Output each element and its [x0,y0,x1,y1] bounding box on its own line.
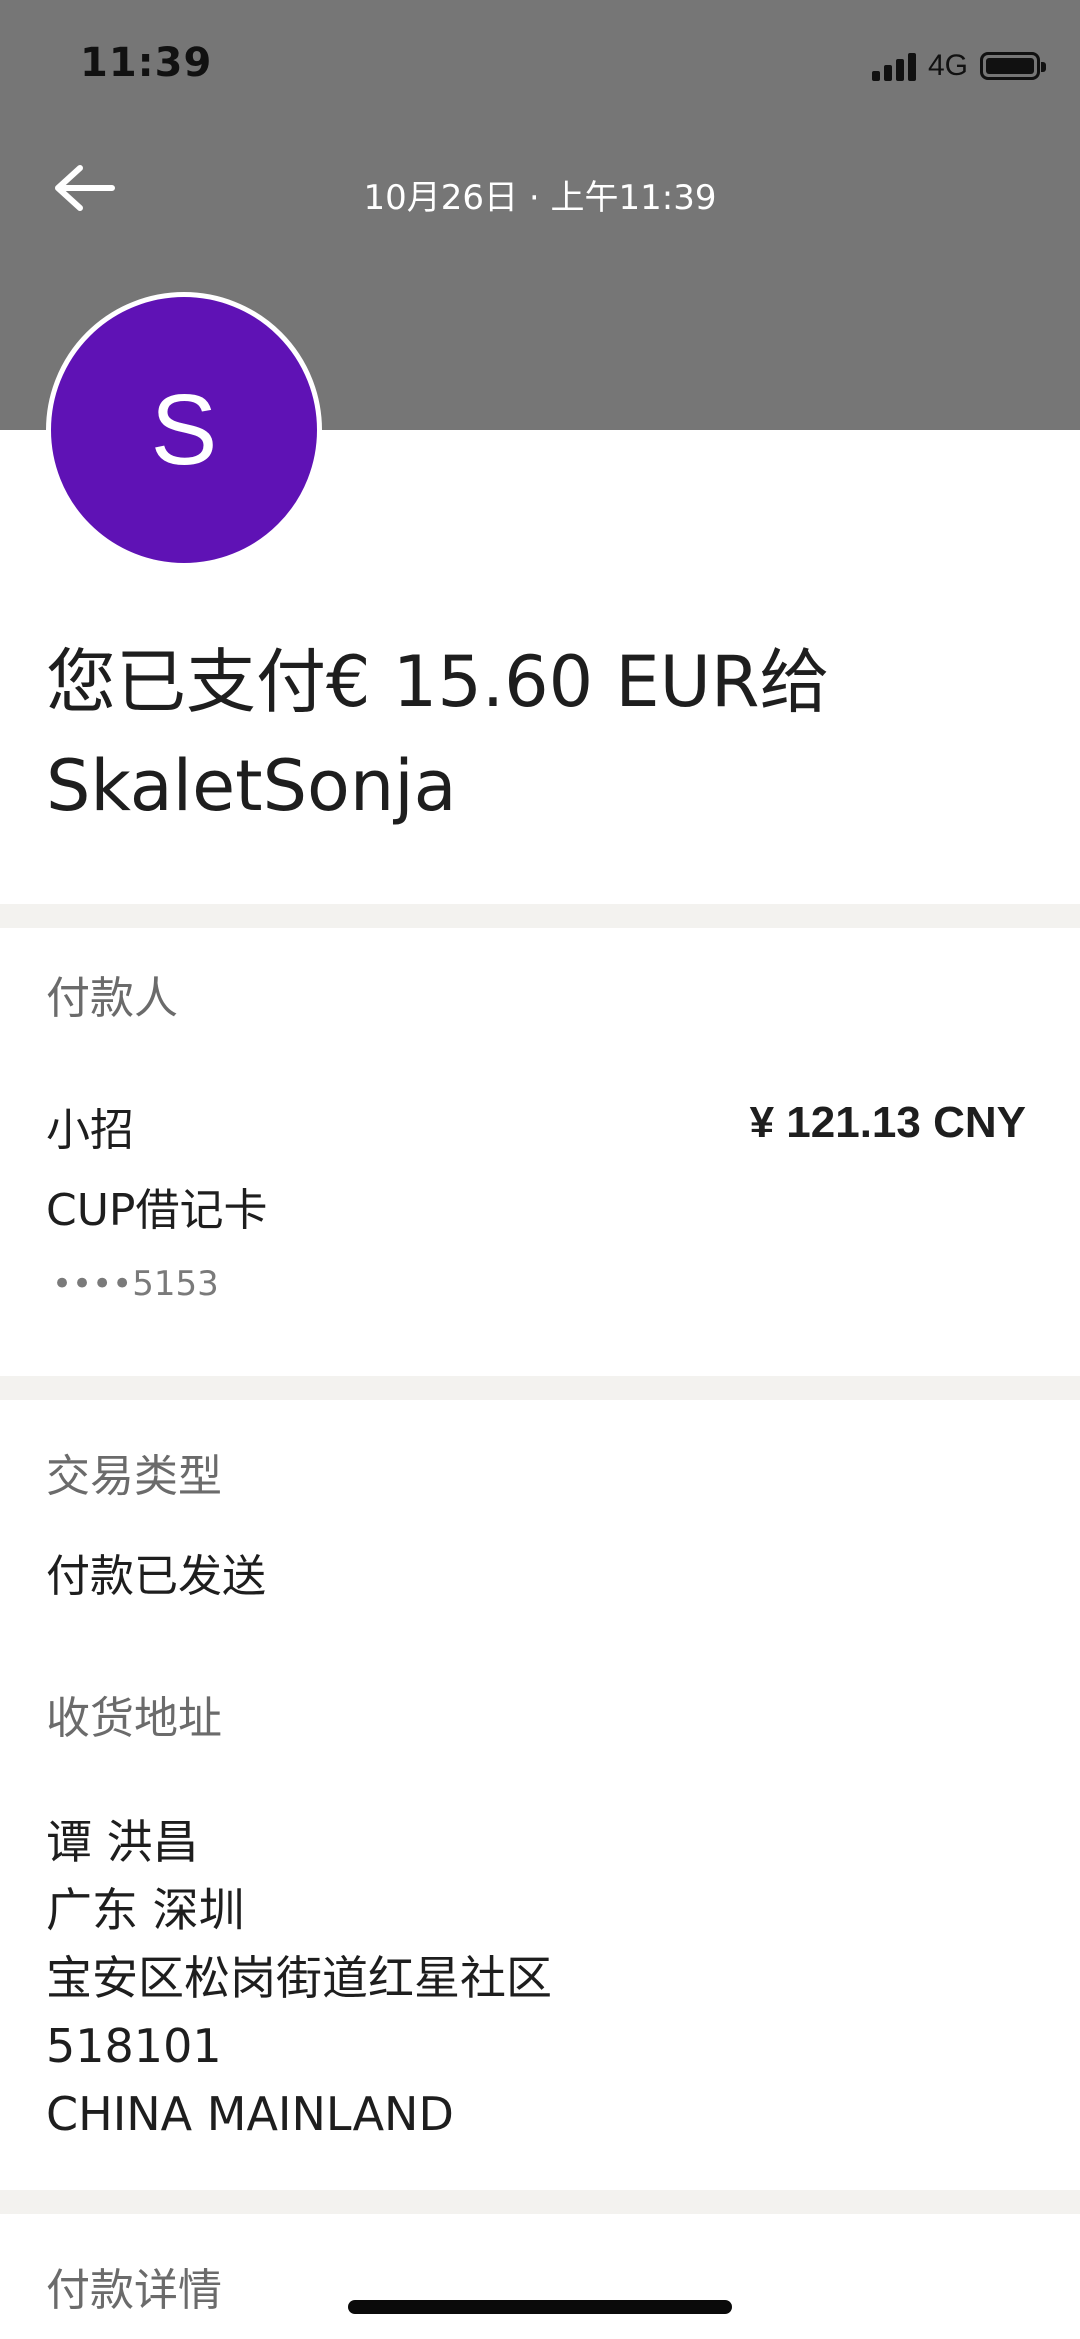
transaction-date: 10月26日 · 上午11:39 [363,178,717,218]
payment-title-line1: 您已支付€ 15.60 EUR给 [46,641,830,723]
address-line: 广东 深圳 [46,1883,245,1937]
status-time: 11:39 [80,40,213,86]
address-line: 谭 洪昌 [46,1815,199,1869]
home-indicator[interactable] [348,2300,732,2314]
payer-name: 小招 [46,1105,134,1156]
payer-label: 付款人 [46,973,178,1024]
address-line: CHINA MAINLAND [46,2087,454,2141]
transaction-type-value: 付款已发送 [46,1551,266,1602]
payment-title-line2: SkaletSonja [46,745,457,827]
avatar-letter: S [150,373,218,486]
signal-icon [871,51,916,81]
payer-card-type: CUP借记卡 [46,1185,268,1236]
shipping-address: 谭 洪昌 广东 深圳 宝安区松岗街道红星社区 518101 CHINA MAIN… [46,1808,552,2148]
address-line: 518101 [46,2019,222,2073]
shipping-address-label: 收货地址 [46,1693,222,1744]
payment-details-label[interactable]: 付款详情 [46,2254,222,2318]
section-divider [0,2190,1080,2214]
payer-card-number: ••••5153 [52,1264,219,1304]
address-line: 宝安区松岗街道红星社区 [46,1951,552,2005]
section-divider [0,904,1080,928]
payer-amount: ¥ 121.13 CNY [749,1098,1026,1147]
avatar: S [46,292,322,568]
status-icons: 4G [871,46,1046,86]
transaction-type-label: 交易类型 [46,1451,222,1502]
network-label: 4G [927,49,968,82]
battery-icon [980,52,1046,80]
payment-title: 您已支付€ 15.60 EUR给 SkaletSonja [46,630,1036,838]
section-divider [0,1376,1080,1400]
